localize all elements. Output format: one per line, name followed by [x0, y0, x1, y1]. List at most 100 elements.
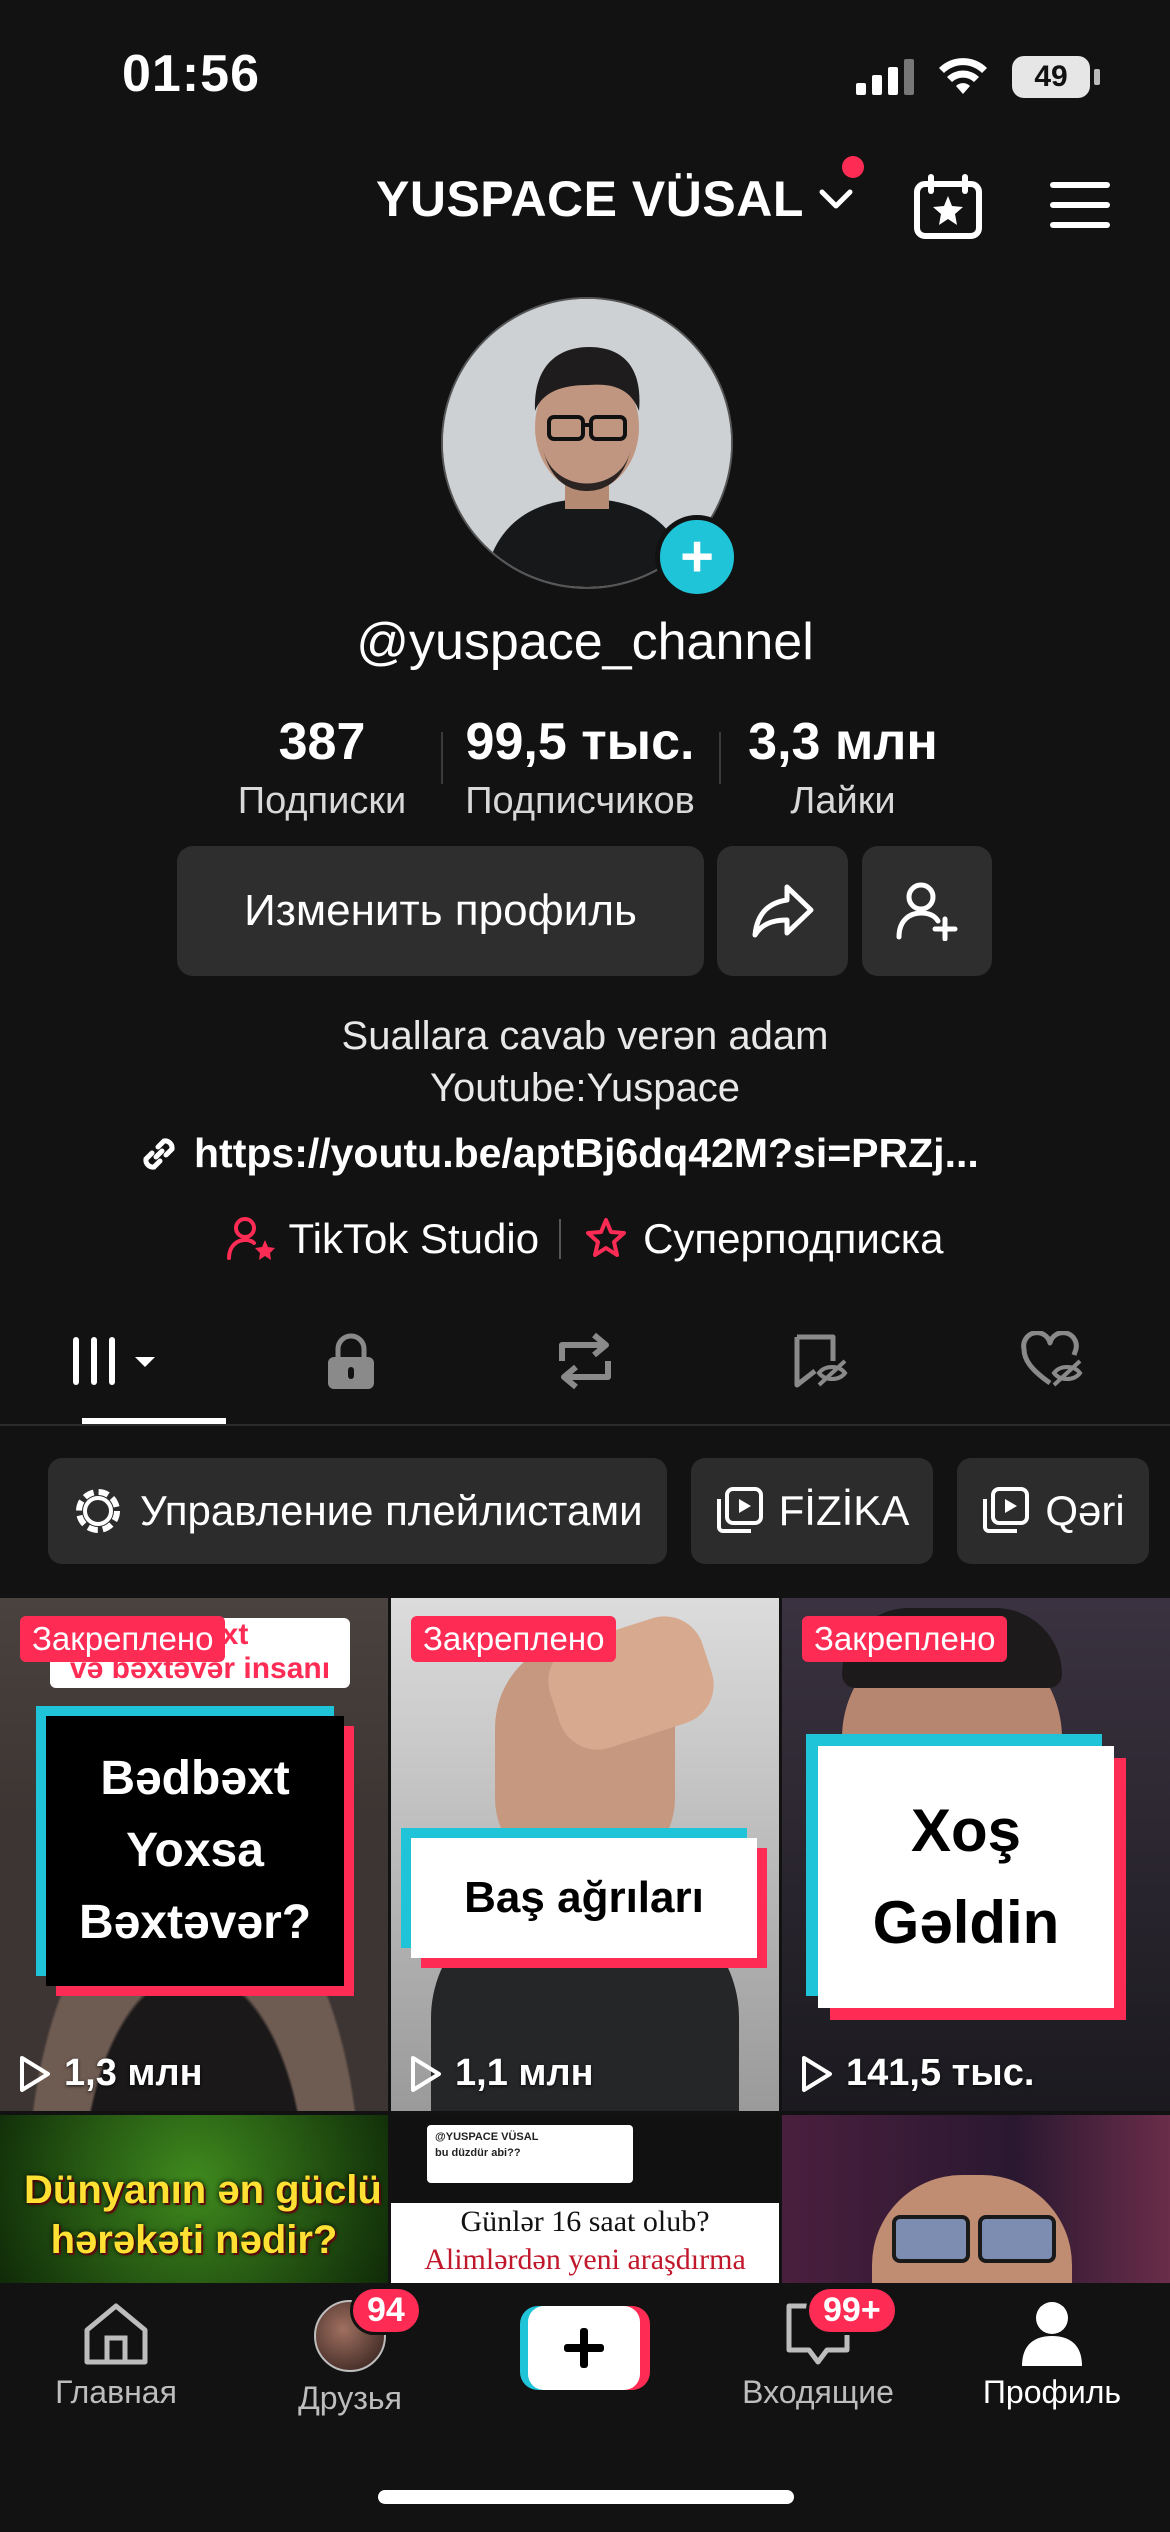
video-thumbnail[interactable]	[782, 2115, 1170, 2283]
cover-title: Bədbəxt Yoxsa Bəxtəvər?	[46, 1716, 344, 1986]
thumbnail-glasses	[892, 2215, 970, 2263]
create-button[interactable]	[520, 2306, 650, 2390]
inbox-badge: 99+	[806, 2286, 898, 2335]
tab-favorites[interactable]	[702, 1300, 936, 1422]
view-count: 1,3 млн	[16, 2052, 203, 2095]
nav-friends-label: Друзья	[298, 2380, 402, 2416]
calendar-star-icon[interactable]	[913, 174, 983, 240]
nav-home-label: Главная	[55, 2374, 177, 2410]
heart-hidden-icon	[1021, 1331, 1083, 1387]
nav-inbox-label: Входящие	[742, 2374, 894, 2410]
share-profile-button[interactable]	[717, 846, 848, 976]
stat-likes-value: 3,3 млн	[748, 713, 938, 771]
stat-following-value: 387	[278, 713, 366, 771]
add-avatar-button[interactable]: +	[655, 515, 739, 599]
video-thumbnail[interactable]: ədbəxt və bəxtəvər insanı Bədbəxt Yoxsa …	[0, 1598, 388, 2111]
cellular-signal-icon	[856, 59, 914, 95]
super-subscription-label: Суперподписка	[643, 1215, 944, 1262]
share-arrow-icon	[752, 884, 813, 938]
tab-videos[interactable]	[0, 1300, 234, 1422]
tiktok-studio-link[interactable]: TikTok Studio	[226, 1215, 540, 1263]
cover-subtitle: Alimlərdən yeni araşdırma	[424, 2243, 746, 2276]
add-user-icon	[896, 882, 958, 941]
profile-bio: Suallara cavab verən adam Youtube:Yuspac…	[0, 1010, 1170, 1114]
chevron-down-icon	[819, 189, 853, 209]
nav-profile[interactable]: Профиль	[952, 2300, 1152, 2411]
stat-followers[interactable]: 99,5 тыс. Подписчиков	[441, 712, 719, 824]
video-thumbnail[interactable]: Dünyanın ən güclü hərəkəti nədir?	[0, 2115, 388, 2283]
add-friend-button[interactable]	[862, 846, 992, 976]
play-icon	[411, 2055, 441, 2092]
bookmark-hidden-icon	[794, 1334, 848, 1388]
active-tab-indicator	[82, 1418, 226, 1424]
battery-level: 49	[1034, 60, 1068, 93]
stat-following-label: Подписки	[237, 780, 407, 822]
view-count-text: 141,5 тыс.	[846, 2052, 1035, 2094]
playlist-icon	[716, 1487, 763, 1533]
divider	[559, 1219, 562, 1259]
video-thumbnail[interactable]: @YUSPACE VÜSAL bu düzdür abi?? Günlər 16…	[391, 2115, 779, 2283]
notification-dot	[842, 156, 864, 178]
link-icon	[143, 1137, 175, 1170]
pinned-badge: Закреплено	[802, 1616, 1008, 1662]
super-subscription-link[interactable]: Суперподписка	[581, 1215, 943, 1263]
home-icon	[84, 2303, 148, 2365]
video-thumbnail[interactable]: Xoş Gəldin Закреплено 141,5 тыс.	[782, 1598, 1170, 2111]
bio-line-1: Suallara cavab verən adam	[341, 1014, 829, 1058]
status-icons: 49	[856, 52, 1100, 102]
pinned-badge: Закреплено	[411, 1616, 617, 1662]
status-time: 01:56	[122, 45, 260, 103]
gear-icon	[76, 1489, 120, 1533]
stat-followers-label: Подписчиков	[465, 780, 695, 822]
lock-icon	[328, 1333, 374, 1389]
profile-tabs	[0, 1300, 1170, 1422]
video-thumbnail[interactable]: Baş ağrıları Закреплено 1,1 млн	[391, 1598, 779, 2111]
plus-icon	[564, 2328, 604, 2368]
playlist-chips: Управление плейлистами FİZİKA Qəri	[48, 1458, 1149, 1564]
menu-icon[interactable]	[1050, 180, 1110, 230]
playlist-chip[interactable]: FİZİKA	[690, 1458, 934, 1564]
battery-icon: 49	[1012, 56, 1100, 98]
playlist-icon	[983, 1487, 1030, 1533]
playlist-chip-label: Qəri	[1045, 1487, 1125, 1534]
manage-playlists-button[interactable]: Управление плейлистами	[48, 1458, 667, 1564]
bio-line-2: Youtube:Yuspace	[430, 1066, 740, 1110]
user-star-icon	[226, 1217, 275, 1260]
profile-stats: 387 Подписки 99,5 тыс. Подписчиков 3,3 м…	[0, 712, 1170, 824]
view-count-text: 1,1 млн	[455, 2052, 594, 2094]
play-icon	[20, 2055, 50, 2092]
tiktok-studio-label: TikTok Studio	[288, 1215, 540, 1262]
stat-likes[interactable]: 3,3 млн Лайки	[719, 712, 967, 824]
wifi-icon	[939, 58, 987, 94]
pinned-badge: Закреплено	[20, 1616, 226, 1662]
tabs-divider	[0, 1424, 1170, 1426]
grid-dropdown-icon	[73, 1337, 155, 1385]
playlist-chip[interactable]: Qəri	[957, 1458, 1149, 1564]
profile-icon	[1022, 2302, 1082, 2366]
playlist-chip-label: FİZİKA	[778, 1487, 910, 1534]
cover-title: Xoş Gəldin	[818, 1746, 1114, 2008]
repost-icon	[559, 1332, 611, 1390]
cover-title: Dünyanın ən güclü hərəkəti nədir?	[24, 2168, 382, 2262]
account-switcher[interactable]: YUSPACE VÜSAL	[376, 170, 856, 228]
username: YUSPACE VÜSAL	[376, 171, 804, 227]
cover-title: Günlər 16 saat olub?	[460, 2205, 710, 2238]
edit-profile-button[interactable]: Изменить профиль	[177, 846, 704, 976]
view-count: 1,1 млн	[407, 2052, 594, 2095]
nav-home[interactable]: Главная	[16, 2300, 216, 2411]
tab-reposts[interactable]	[468, 1300, 702, 1422]
friends-badge: 94	[350, 2286, 422, 2335]
comment-reply-card: @YUSPACE VÜSAL bu düzdür abi??	[427, 2125, 633, 2183]
play-icon	[802, 2055, 832, 2092]
stat-followers-value: 99,5 тыс.	[465, 713, 695, 771]
view-count: 141,5 тыс.	[798, 2052, 1034, 2095]
profile-link-text: https://youtu.be/aptBj6dq42M?si=PRZj...	[194, 1130, 979, 1176]
tab-liked[interactable]	[936, 1300, 1170, 1422]
nav-profile-label: Профиль	[982, 2374, 1122, 2410]
cover-title: Baş ağrıları	[411, 1838, 757, 1958]
tab-private[interactable]	[234, 1300, 468, 1422]
home-indicator[interactable]	[378, 2490, 794, 2504]
profile-link[interactable]: https://youtu.be/aptBj6dq42M?si=PRZj...	[138, 1130, 979, 1177]
view-count-text: 1,3 млн	[64, 2052, 203, 2094]
stat-following[interactable]: 387 Подписки	[203, 712, 441, 824]
